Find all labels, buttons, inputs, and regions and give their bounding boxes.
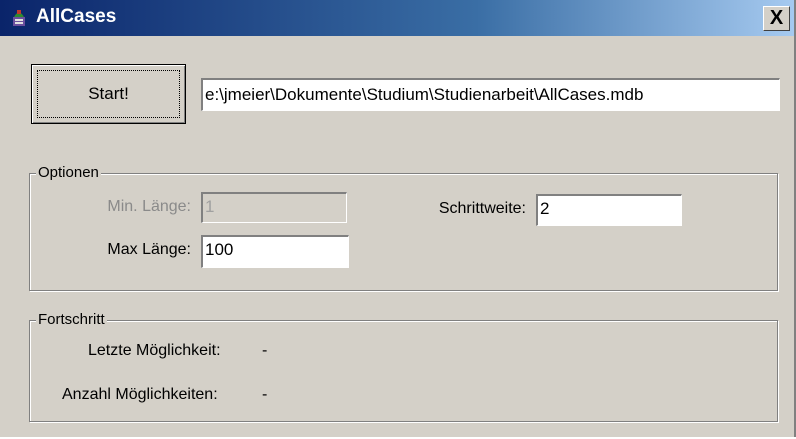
- window-title: AllCases: [36, 6, 117, 27]
- options-legend: Optionen: [36, 163, 101, 183]
- progress-legend: Fortschritt: [36, 310, 107, 330]
- min-length-input: 1: [201, 192, 347, 223]
- start-button[interactable]: Start!: [31, 64, 186, 124]
- close-icon: X: [769, 7, 784, 29]
- max-length-label: Max Länge:: [107, 241, 191, 258]
- title-bar[interactable]: AllCases X: [0, 0, 794, 36]
- database-path-input[interactable]: e:\jmeier\Dokumente\Studium\Studienarbei…: [201, 78, 780, 111]
- app-icon: [8, 7, 30, 29]
- step-width-label: Schrittweite:: [438, 200, 526, 217]
- min-length-label: Min. Länge:: [107, 198, 191, 215]
- max-length-input[interactable]: 100: [201, 235, 349, 268]
- step-width-input[interactable]: 2: [536, 194, 682, 226]
- app-window: AllCases X Start! e:\jmeier\Dokumente\St…: [0, 0, 796, 437]
- possibility-count-label: Anzahl Möglichkeiten:: [62, 386, 218, 403]
- progress-group: Fortschritt: [29, 310, 778, 422]
- options-group: Optionen: [29, 163, 778, 291]
- close-button[interactable]: X: [763, 6, 790, 31]
- possibility-count-value: -: [262, 386, 268, 403]
- start-button-label: Start!: [88, 84, 129, 103]
- last-possibility-value: -: [262, 342, 268, 359]
- last-possibility-label: Letzte Möglichkeit:: [88, 342, 221, 359]
